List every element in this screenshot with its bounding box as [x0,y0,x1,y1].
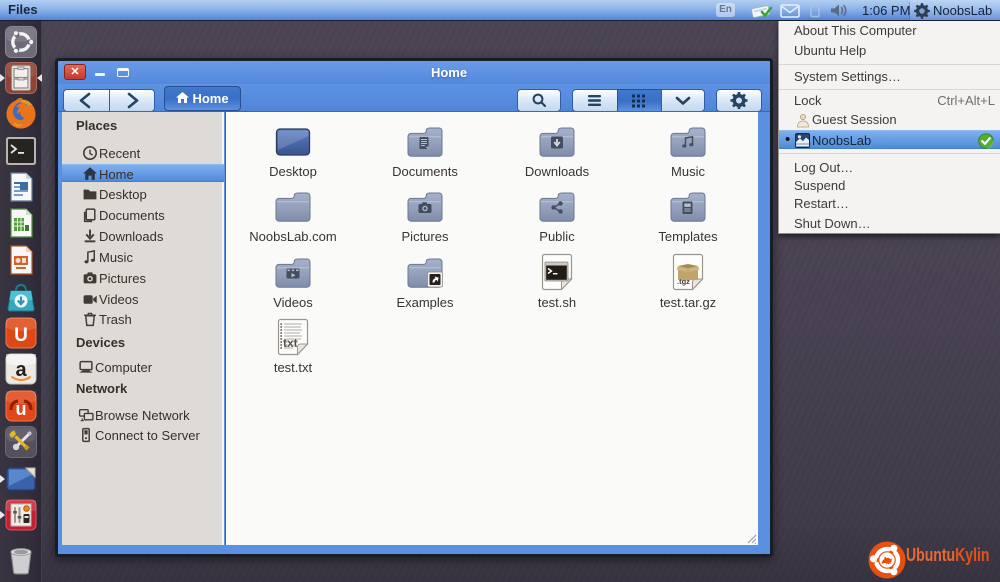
svg-text:u: u [16,399,27,419]
svg-text:a: a [15,359,27,381]
svg-text:.tgz: .tgz [677,277,690,286]
svg-text:U: U [14,325,28,346]
svg-text:txt: txt [283,336,298,350]
